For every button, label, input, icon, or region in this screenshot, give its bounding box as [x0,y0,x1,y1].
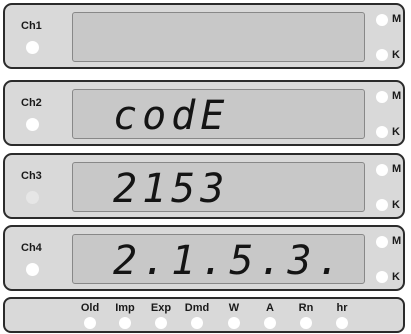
channel-1-display-svg [73,13,363,60]
channel-4-display-svg: 2.1.5.3. [113,238,346,282]
channel-1-mega-led-icon [376,14,388,26]
channel-3-mega-led-icon [376,164,388,176]
channel-4-mega-led-icon [376,236,388,248]
indicator-imp-led-icon [119,317,131,329]
indicator-dmd-label: Dmd [184,302,210,314]
channel-3-display: 2153 [72,162,365,212]
channel-2-kilo-led-icon [376,126,388,138]
indicator-a: A [253,299,287,333]
channel-4-kilo-led-icon [376,271,388,283]
indicator-w-label: W [228,302,240,314]
channel-1-display [72,12,365,62]
indicator-rn-led-icon [300,317,312,329]
channel-3-display-svg: 2153 [113,166,229,210]
channel-4-panel: Ch4 2.1.5.3. M K [3,225,405,291]
indicator-old: Old [73,299,107,333]
channel-2-panel: Ch2 codE M K [3,80,405,146]
indicator-dmd-led-icon [191,317,203,329]
indicator-exp-led-icon [155,317,167,329]
indicator-exp-label: Exp [150,302,172,314]
channel-4-mega-label: M [392,235,402,247]
channel-3-kilo-led-icon [376,199,388,211]
channel-2-label: Ch2 [21,97,42,109]
channel-3-display-text: 2153 [113,166,229,210]
channel-2-mega-label: M [392,90,402,102]
indicator-rn: Rn [289,299,323,333]
indicator-imp: Imp [108,299,142,333]
indicator-old-led-icon [84,317,96,329]
channel-4-kilo-label: K [392,271,400,283]
indicator-w: W [217,299,251,333]
indicator-hr: hr [325,299,359,333]
indicator-a-label: A [266,302,274,314]
channel-3-panel: Ch3 2153 M K [3,153,405,219]
channel-1-kilo-label: K [392,49,400,61]
channel-3-led-icon [26,191,39,204]
indicator-rn-label: Rn [298,302,314,314]
indicator-a-led-icon [264,317,276,329]
channel-1-panel: Ch1 M K [3,3,405,69]
channel-1-mega-label: M [392,13,402,25]
indicator-bar: Old Imp Exp Dmd W A Rn hr [3,297,405,333]
channel-2-led-icon [26,118,39,131]
channel-2-mega-led-icon [376,91,388,103]
indicator-hr-led-icon [336,317,348,329]
channel-2-display-text: codE [113,93,229,137]
channel-1-kilo-led-icon [376,49,388,61]
channel-4-label: Ch4 [21,242,42,254]
channel-3-mega-label: M [392,163,402,175]
channel-3-label: Ch3 [21,170,42,182]
indicator-dmd: Dmd [180,299,214,333]
channel-3-kilo-label: K [392,199,400,211]
channel-2-display-svg: codE [113,93,229,137]
channel-4-led-icon [26,263,39,276]
channel-2-display: codE [72,89,365,139]
channel-1-led-icon [26,41,39,54]
indicator-imp-label: Imp [115,302,135,314]
indicator-exp: Exp [144,299,178,333]
channel-1-label: Ch1 [21,20,42,32]
indicator-hr-label: hr [336,302,348,314]
indicator-w-led-icon [228,317,240,329]
channel-4-display-text: 2.1.5.3. [113,238,346,282]
channel-2-kilo-label: K [392,126,400,138]
channel-4-display: 2.1.5.3. [72,234,365,284]
indicator-old-label: Old [80,302,100,314]
